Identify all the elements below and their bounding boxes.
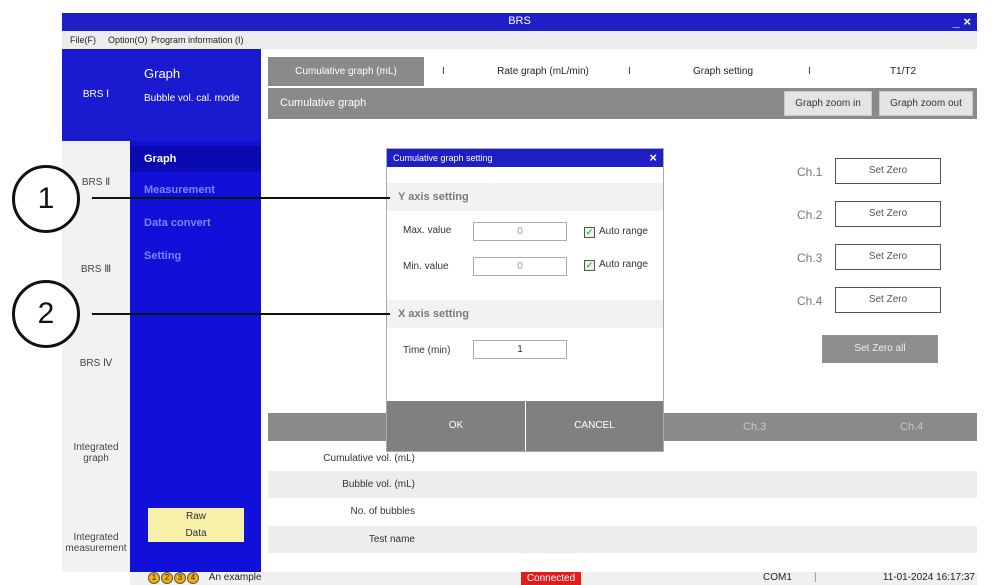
table-row: No. of bubbles (268, 498, 977, 525)
badge-4: 4 (187, 572, 199, 584)
table-row: Bubble vol. (mL) (268, 471, 977, 498)
window-controls[interactable]: _ × (953, 14, 971, 29)
menu-option[interactable]: Option(O) (108, 35, 148, 45)
set-zero-ch3-button[interactable]: Set Zero (835, 244, 941, 270)
status-datetime: 11-01-2024 16:17:37 (882, 572, 975, 583)
sub-nav: Graph Bubble vol. cal. mode Graph Measur… (130, 49, 261, 572)
row-label: Bubble vol. (mL) (342, 479, 415, 490)
nav-brs-1[interactable]: BRS Ⅰ (62, 49, 130, 141)
example-text: An example (208, 572, 262, 583)
callout-2: 2 (12, 280, 80, 348)
sub-nav-title: Graph (144, 66, 181, 81)
status-separator: | (814, 572, 817, 583)
menu-file[interactable]: File(F) (70, 35, 96, 45)
menu-program-info[interactable]: Program information (I) (151, 35, 244, 45)
nav-brs-3[interactable]: BRS Ⅲ (62, 264, 130, 275)
channel-1-label: Ch.1 (797, 165, 823, 179)
legend-data: Data (148, 525, 244, 542)
graph-zoom-in-button[interactable]: Graph zoom in (784, 91, 872, 116)
tab-cumulative-graph[interactable]: Cumulative graph (mL) (268, 57, 424, 86)
sub-nav-item-setting[interactable]: Setting (144, 250, 181, 262)
tab-separator: I (628, 66, 631, 77)
min-auto-range-label: Auto range (599, 259, 648, 270)
set-zero-ch1-button[interactable]: Set Zero (835, 158, 941, 184)
max-auto-range-label: Auto range (599, 226, 648, 237)
graph-tabs: Cumulative graph (mL) I Rate graph (mL/m… (268, 57, 977, 86)
channel-2-label: Ch.2 (797, 208, 823, 222)
sub-nav-item-measurement[interactable]: Measurement (144, 184, 215, 196)
channel-4-label: Ch.4 (797, 294, 823, 308)
sub-nav-mode: Bubble vol. cal. mode (144, 93, 240, 104)
window-title: BRS (508, 15, 531, 27)
connection-status: Connected (521, 572, 581, 585)
legend-raw: Raw (148, 508, 244, 525)
graph-header: Cumulative graph Graph zoom in Graph zoo… (268, 88, 977, 119)
cancel-button[interactable]: CANCEL (526, 401, 663, 451)
tab-separator: I (442, 66, 445, 77)
sub-nav-item-graph[interactable]: Graph (130, 146, 261, 172)
set-zero-all-button[interactable]: Set Zero all (822, 335, 938, 363)
sub-nav-item-data-convert[interactable]: Data convert (144, 217, 211, 229)
nav-brs-4[interactable]: BRS Ⅳ (62, 358, 130, 369)
tab-graph-setting[interactable]: Graph setting (668, 57, 778, 86)
com-port: COM1 (763, 572, 792, 583)
cumulative-graph-setting-dialog: Cumulative graph setting × Y axis settin… (387, 149, 663, 451)
badge-3: 3 (174, 572, 186, 584)
max-value-label: Max. value (403, 225, 452, 236)
status-bar: 1234 An example Connected COM1 | 11-01-2… (130, 572, 977, 585)
ok-button[interactable]: OK (387, 401, 525, 451)
channel-3-label: Ch.3 (797, 251, 823, 265)
dialog-title-bar: Cumulative graph setting × (387, 149, 663, 167)
title-bar: BRS _ × (62, 13, 977, 31)
nav-integrated-measurement[interactable]: Integrated measurement (62, 532, 130, 554)
badge-2: 2 (161, 572, 173, 584)
set-zero-ch2-button[interactable]: Set Zero (835, 201, 941, 227)
graph-zoom-out-button[interactable]: Graph zoom out (879, 91, 973, 116)
badge-1: 1 (148, 572, 160, 584)
x-axis-section: X axis setting (387, 300, 663, 328)
callout-2-leader (92, 313, 390, 315)
menu-bar: File(F) Option(O) Program information (I… (62, 31, 977, 49)
set-zero-ch4-button[interactable]: Set Zero (835, 287, 941, 313)
graph-header-title: Cumulative graph (280, 97, 367, 109)
time-input[interactable]: 1 (473, 340, 567, 359)
tab-t1-t2[interactable]: T1/T2 (848, 57, 958, 86)
min-value-input[interactable]: 0 (473, 257, 567, 276)
y-axis-section: Y axis setting (387, 183, 663, 211)
min-value-label: Min. value (403, 261, 449, 272)
dialog-close-icon[interactable]: × (649, 150, 657, 165)
nav-integrated-graph[interactable]: Integrated graph (66, 442, 126, 464)
max-value-input[interactable]: 0 (473, 222, 567, 241)
tab-rate-graph[interactable]: Rate graph (mL/min) (468, 57, 618, 86)
table-row: Test name (268, 526, 977, 553)
sub-nav-header: Graph Bubble vol. cal. mode (130, 49, 261, 141)
row-label: Test name (368, 534, 415, 545)
callout-1: 1 (12, 165, 80, 233)
example-badges: 1234 An example (148, 572, 262, 584)
column-ch3: Ch.3 (743, 421, 767, 433)
column-ch4: Ch.4 (900, 421, 924, 433)
tab-separator: I (808, 66, 811, 77)
max-auto-range-checkbox[interactable]: ✓ (584, 227, 595, 238)
callout-1-leader (92, 197, 390, 199)
min-auto-range-checkbox[interactable]: ✓ (584, 260, 595, 271)
row-label: No. of bubbles (350, 506, 416, 517)
time-label: Time (min) (403, 345, 451, 356)
dialog-title: Cumulative graph setting (393, 153, 493, 163)
